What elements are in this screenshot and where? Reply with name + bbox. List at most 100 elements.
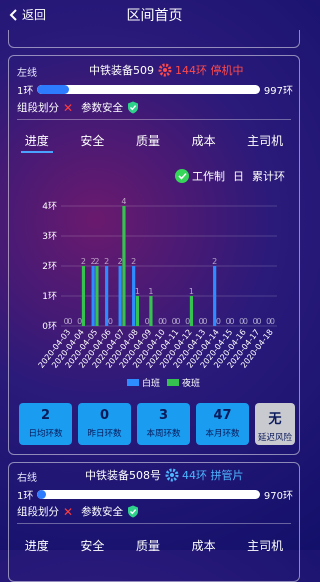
line-side: 右线 bbox=[17, 473, 37, 484]
stat-daily-avg[interactable]: 2 日均环数 bbox=[19, 403, 72, 445]
ring-progress: 1环 997环 bbox=[17, 82, 293, 97]
progress-fill bbox=[37, 490, 47, 499]
gear-icon bbox=[165, 468, 179, 482]
data-label: 0 bbox=[185, 317, 190, 326]
zone-label: 组段划分 bbox=[17, 506, 59, 518]
stat-yesterday[interactable]: 0 昨日环数 bbox=[78, 403, 131, 445]
data-label: 4 bbox=[121, 197, 126, 206]
stat-label: 本周环数 bbox=[146, 429, 181, 439]
data-label: 1 bbox=[189, 287, 194, 296]
stat-label: 延迟风险 bbox=[257, 433, 292, 443]
data-label: 0 bbox=[175, 317, 180, 326]
tab-driver[interactable]: 主司机 bbox=[243, 535, 287, 556]
cross-icon: ✕ bbox=[63, 100, 74, 115]
progress-fill bbox=[37, 85, 69, 94]
y-tick-label: 0环 bbox=[42, 321, 57, 332]
safety-label: 参数安全 bbox=[81, 102, 124, 114]
tunnel-card-right[interactable]: 右线 中铁装备508号 44环 拼管片 1环 970环 组段划分 ✕ 参数安全 … bbox=[8, 462, 300, 582]
stat-delay-risk[interactable]: 无 延迟风险 bbox=[255, 403, 295, 445]
chart-filter: 工作制 日 累计环 bbox=[167, 168, 285, 184]
check-icon bbox=[177, 172, 187, 180]
bar-night bbox=[189, 296, 194, 326]
ring-progress: 1环 970环 bbox=[17, 487, 293, 502]
zone-label: 组段划分 bbox=[17, 102, 59, 114]
stat-week[interactable]: 3 本周环数 bbox=[137, 403, 190, 445]
progress-start: 1环 bbox=[17, 491, 34, 502]
legend-swatch-day bbox=[127, 379, 139, 386]
stat-value: 3 bbox=[158, 408, 169, 423]
data-label: 2 bbox=[131, 257, 136, 266]
data-label: 2 bbox=[118, 257, 123, 266]
data-label: 0 bbox=[216, 317, 221, 326]
tab-bar: 进度 安全 质量 成本 主司机 bbox=[9, 130, 299, 153]
data-label: 0 bbox=[162, 317, 167, 326]
stat-label: 本月环数 bbox=[205, 429, 240, 439]
tab-progress[interactable]: 进度 bbox=[21, 535, 53, 556]
stat-value: 47 bbox=[213, 408, 232, 423]
tab-quality[interactable]: 质量 bbox=[132, 535, 164, 556]
bar-day bbox=[91, 266, 95, 326]
data-label: 0 bbox=[202, 317, 207, 326]
data-label: 2 bbox=[104, 257, 109, 266]
tab-quality[interactable]: 质量 bbox=[132, 130, 164, 153]
page-title: 区间首页 bbox=[126, 8, 183, 24]
y-tick-label: 4环 bbox=[42, 201, 57, 212]
machine-info: 中铁装备508号 44环 拼管片 bbox=[85, 467, 244, 483]
back-button[interactable]: 返回 bbox=[8, 6, 46, 23]
data-label: 1 bbox=[148, 287, 153, 296]
data-label: 0 bbox=[229, 317, 234, 326]
progress-end: 997环 bbox=[263, 86, 293, 97]
data-label: 0 bbox=[145, 317, 150, 326]
filter-workshift[interactable]: 工作制 bbox=[192, 168, 225, 184]
data-label: 0 bbox=[77, 317, 82, 326]
flag-row: 组段划分 ✕ 参数安全 bbox=[17, 100, 139, 115]
machine-status: 44环 拼管片 bbox=[182, 469, 244, 482]
filter-cumulative[interactable]: 累计环 bbox=[252, 168, 285, 184]
checkbox-workshift[interactable] bbox=[175, 169, 189, 183]
card-partial bbox=[8, 30, 300, 48]
bar-day bbox=[132, 266, 136, 326]
tab-cost[interactable]: 成本 bbox=[188, 130, 220, 153]
ring-bar-chart: 0环1环2环3环4环002020-04-03022020-04-04222020… bbox=[37, 197, 277, 389]
tab-safety[interactable]: 安全 bbox=[76, 535, 108, 556]
divider bbox=[17, 523, 291, 524]
bar-night bbox=[149, 296, 153, 326]
machine-name: 中铁装备509 bbox=[89, 64, 154, 77]
stat-value: 2 bbox=[40, 408, 51, 423]
stat-month[interactable]: 47 本月环数 bbox=[196, 403, 249, 445]
tunnel-card-left[interactable]: 左线 中铁装备509 144环 停机中 1环 997环 组段划分 ✕ 参数安全 … bbox=[8, 55, 300, 455]
legend-swatch-night bbox=[167, 379, 179, 386]
line-side: 左线 bbox=[17, 68, 37, 79]
header: 返回 区间首页 bbox=[0, 0, 309, 30]
progress-bar bbox=[37, 490, 260, 499]
chevron-left-icon bbox=[9, 8, 17, 21]
bar-night bbox=[122, 206, 126, 326]
data-label: 0 bbox=[243, 317, 248, 326]
divider bbox=[17, 119, 291, 120]
safety-label: 参数安全 bbox=[81, 506, 124, 518]
y-tick-label: 1环 bbox=[42, 291, 57, 302]
tab-driver[interactable]: 主司机 bbox=[243, 130, 287, 153]
legend-label: 夜班 bbox=[182, 377, 200, 389]
data-label: 2 bbox=[212, 257, 217, 266]
data-label: 0 bbox=[256, 317, 261, 326]
filter-day[interactable]: 日 bbox=[233, 168, 244, 184]
stat-label: 昨日环数 bbox=[87, 429, 122, 439]
machine-name: 中铁装备508号 bbox=[85, 469, 161, 482]
bar-night bbox=[95, 266, 99, 326]
flag-row: 组段划分 ✕ 参数安全 bbox=[17, 504, 139, 519]
progress-bar bbox=[37, 85, 260, 94]
data-label: 2 bbox=[81, 257, 86, 266]
legend-label: 白班 bbox=[142, 377, 160, 389]
y-tick-label: 3环 bbox=[42, 231, 57, 242]
stat-value: 无 bbox=[268, 412, 282, 427]
shield-check-icon bbox=[128, 101, 139, 114]
bar-day bbox=[118, 266, 122, 326]
data-label: 2 bbox=[94, 257, 99, 266]
tab-safety[interactable]: 安全 bbox=[76, 130, 108, 153]
tab-progress[interactable]: 进度 bbox=[20, 130, 53, 153]
gear-icon bbox=[158, 63, 172, 77]
tab-bar: 进度 安全 质量 成本 主司机 bbox=[9, 535, 299, 556]
progress-end: 970环 bbox=[263, 491, 293, 502]
tab-cost[interactable]: 成本 bbox=[188, 535, 220, 556]
